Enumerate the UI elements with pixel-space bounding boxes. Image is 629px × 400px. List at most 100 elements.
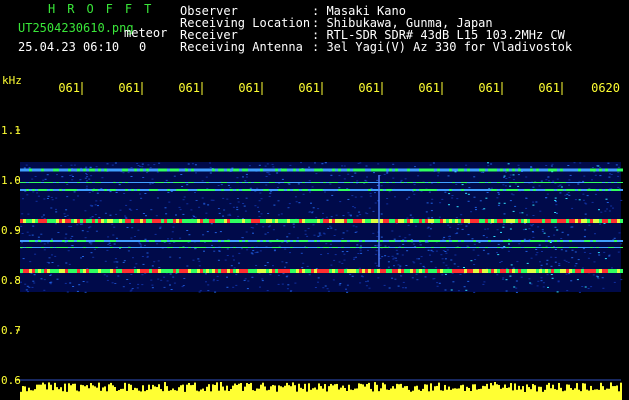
- signal-cell: [239, 182, 242, 183]
- activity-bar: [406, 386, 408, 400]
- noise-speck: [182, 285, 185, 286]
- signal-cell: [143, 182, 146, 183]
- signal-cell: [191, 189, 194, 191]
- noise-speck: [289, 164, 292, 166]
- signal-cell: [146, 269, 149, 273]
- signal-cell: [593, 240, 596, 242]
- signal-cell: [173, 240, 176, 242]
- signal-cell: [542, 247, 545, 248]
- signal-cell: [530, 240, 533, 242]
- noise-speck: [416, 279, 419, 281]
- noise-speck: [535, 254, 538, 256]
- signal-cell: [341, 189, 344, 191]
- noise-speck: [90, 242, 93, 244]
- noise-speck: [181, 286, 184, 288]
- noise-speck: [395, 260, 398, 262]
- signal-cell: [434, 240, 437, 242]
- signal-cell: [410, 247, 413, 248]
- signal-cell: [59, 247, 62, 248]
- noise-speck: [243, 279, 246, 281]
- noise-speck: [245, 176, 248, 178]
- noise-speck: [260, 198, 263, 200]
- noise-speck: [406, 198, 409, 200]
- noise-speck: [294, 196, 297, 198]
- activity-bar: [588, 390, 590, 400]
- noise-speck: [32, 191, 35, 193]
- signal-cell: [518, 168, 521, 172]
- signal-cell: [341, 269, 344, 273]
- activity-bar: [138, 390, 140, 400]
- activity-bar: [350, 389, 352, 400]
- signal-cell: [188, 247, 191, 248]
- signal-cell: [590, 269, 593, 273]
- noise-speck: [295, 201, 298, 203]
- signal-cell: [506, 168, 509, 172]
- noise-speck: [367, 249, 369, 251]
- signal-cell: [533, 247, 536, 248]
- activity-bar: [220, 382, 222, 400]
- signal-cell: [566, 168, 569, 172]
- signal-cell: [338, 219, 341, 223]
- signal-cell: [404, 219, 407, 223]
- signal-cell: [53, 168, 56, 172]
- noise-speck: [205, 176, 208, 178]
- signal-cell: [443, 189, 446, 191]
- signal-cell: [308, 168, 311, 172]
- noise-speck: [429, 228, 432, 230]
- activity-bar: [400, 383, 402, 400]
- signal-cell: [377, 168, 380, 172]
- signal-cell: [470, 247, 473, 248]
- signal-cell: [425, 219, 428, 223]
- noise-speck: [413, 193, 416, 195]
- noise-speck: [229, 187, 232, 189]
- noise-speck: [432, 162, 435, 164]
- noise-speck: [277, 200, 280, 202]
- signal-cell: [386, 182, 389, 183]
- activity-bar: [184, 391, 186, 400]
- noise-speck: [226, 248, 229, 250]
- noise-speck: [141, 163, 144, 165]
- signal-cell: [329, 269, 332, 273]
- signal-cell: [335, 168, 338, 172]
- activity-bar: [204, 390, 206, 400]
- activity-bar: [200, 389, 202, 400]
- noise-speck: [259, 250, 262, 252]
- signal-cell: [107, 269, 110, 273]
- activity-bar: [228, 390, 230, 400]
- signal-cell: [59, 189, 62, 191]
- signal-cell: [359, 269, 362, 273]
- signal-cell: [620, 182, 623, 183]
- signal-cell: [167, 269, 170, 273]
- signal-cell: [254, 168, 257, 172]
- signal-cell: [611, 219, 614, 223]
- signal-cell: [467, 269, 470, 273]
- signal-cell: [359, 240, 362, 242]
- signal-cell: [62, 240, 65, 242]
- activity-bar: [358, 383, 360, 400]
- signal-cell: [56, 168, 59, 172]
- noise-speck: [308, 211, 311, 213]
- signal-cell: [170, 269, 173, 273]
- noise-speck: [507, 250, 510, 252]
- signal-cell: [515, 240, 518, 242]
- signal-cell: [509, 182, 512, 183]
- noise-speck: [322, 287, 325, 289]
- noise-speck: [413, 262, 416, 264]
- noise-speck: [144, 238, 147, 240]
- signal-cell: [446, 219, 449, 223]
- noise-speck: [448, 204, 450, 206]
- signal-cell: [92, 189, 95, 191]
- noise-speck: [412, 261, 415, 263]
- signal-cell: [395, 189, 398, 191]
- noise-speck: [541, 229, 544, 231]
- signal-cell: [512, 189, 515, 191]
- signal-cell: [605, 219, 608, 223]
- signal-cell: [44, 240, 47, 242]
- signal-cell: [551, 247, 554, 248]
- noise-speck: [374, 202, 377, 204]
- noise-speck: [375, 250, 378, 252]
- signal-cell: [620, 240, 623, 242]
- signal-cell: [239, 189, 242, 191]
- noise-speck: [351, 195, 354, 197]
- signal-cell: [221, 269, 224, 273]
